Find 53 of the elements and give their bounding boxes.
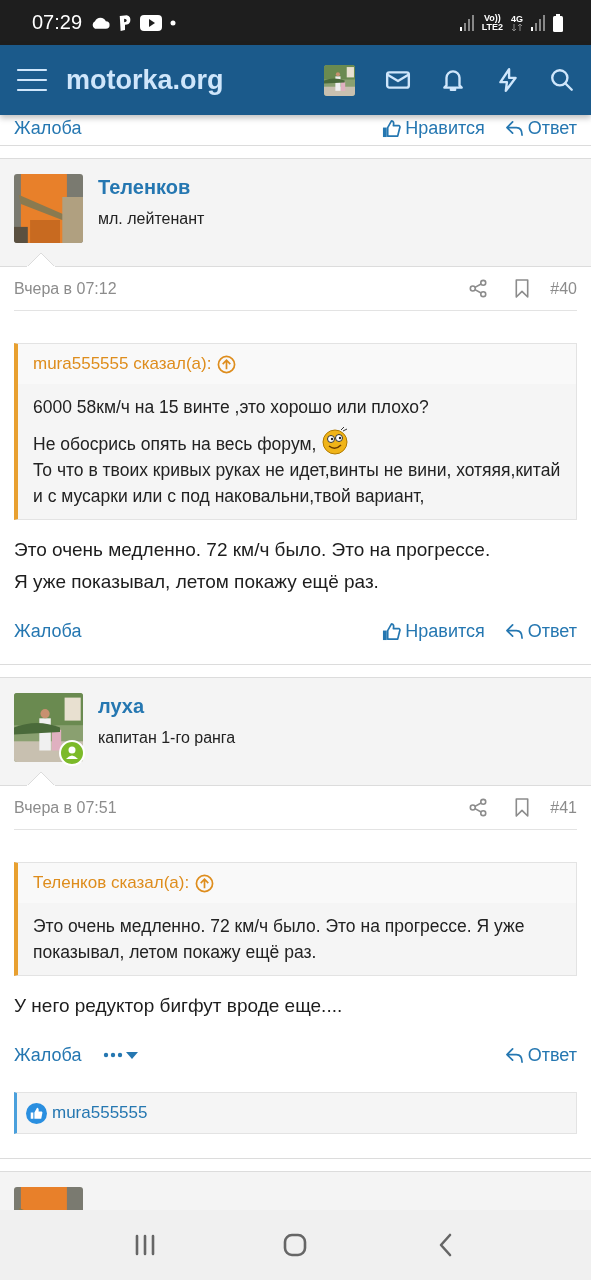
dot-icon [170, 19, 177, 26]
video-play-icon [140, 14, 163, 31]
menu-icon[interactable] [16, 67, 48, 93]
quote-text: Это очень медленно. 72 км/ч было. Это на прогрессе. Я уже показывал, летом покажу ещё раз. [33, 916, 525, 962]
user-rank: капитан 1-го ранга [98, 729, 236, 747]
search-icon[interactable] [549, 67, 575, 93]
like-button[interactable]: Нравится [382, 620, 485, 642]
report-link[interactable]: Жалоба [14, 117, 82, 139]
signal-icon [531, 14, 545, 31]
quote-source[interactable]: mura555555 сказал(а): [33, 354, 212, 374]
site-title[interactable]: motorka.org [66, 64, 324, 96]
report-link[interactable]: Жалоба [14, 620, 82, 642]
user-rank: мл. лейтенант [98, 210, 205, 228]
report-link[interactable]: Жалоба [14, 1044, 82, 1066]
share-icon[interactable] [469, 279, 489, 298]
quote-text: То что в твоих кривых руках не идет,винты не вини, хотяяя,китай и с мусарки или с под наковальни,твой вариант, [33, 460, 561, 506]
bell-icon[interactable] [440, 67, 466, 93]
data-arrows-icon [511, 23, 523, 31]
like-button[interactable]: Нравится [382, 117, 485, 139]
share-icon[interactable] [469, 798, 489, 817]
post-message: У него редуктор бигфут вроде еще.... [14, 994, 344, 1018]
reply-icon [504, 119, 524, 137]
post-number[interactable]: #40 [550, 279, 577, 298]
reply-icon [504, 622, 524, 640]
p-logo-icon [118, 13, 133, 32]
battery-icon [553, 13, 563, 32]
quote-source[interactable]: Теленков сказал(а): [33, 873, 190, 893]
reply-button[interactable]: Ответ [504, 1044, 577, 1066]
thumbs-up-icon [382, 621, 402, 641]
network-label: 4G [511, 14, 523, 24]
bookmark-icon[interactable] [514, 279, 531, 298]
lte-label: LTE2 [481, 22, 503, 32]
volte-label: Vo)) [483, 13, 501, 23]
quote-text: Не обосрись опять на весь форум, [33, 434, 317, 454]
reply-button[interactable]: Ответ [504, 620, 577, 642]
post-message: Это очень медленно. 72 км/ч было. Это на прогрессе. Я уже показывал, летом покажу ещё раз. [14, 538, 492, 594]
post-date[interactable]: Вчера в 07:12 [14, 279, 117, 298]
like-reaction-icon [26, 1102, 47, 1124]
reply-icon [504, 1046, 524, 1064]
reaction-users[interactable]: mura555555 [52, 1103, 148, 1123]
post-date[interactable]: Вчера в 07:51 [14, 798, 117, 817]
home-icon[interactable] [283, 1233, 308, 1257]
bookmark-icon[interactable] [514, 798, 531, 817]
reply-button[interactable]: Ответ [504, 117, 577, 139]
username-link[interactable]: луха [98, 695, 236, 718]
cloud-icon [90, 15, 111, 30]
quote-text: 6000 58км/ч на 15 винте ,это хорошо или плохо? [33, 397, 429, 417]
thumbs-up-icon [382, 118, 402, 138]
clock: 07:29 [32, 11, 83, 34]
username-link[interactable]: Теленков [98, 176, 205, 199]
signal-icon [459, 14, 474, 31]
post-number[interactable]: #41 [550, 798, 577, 817]
more-dots-icon[interactable] [103, 1049, 140, 1061]
